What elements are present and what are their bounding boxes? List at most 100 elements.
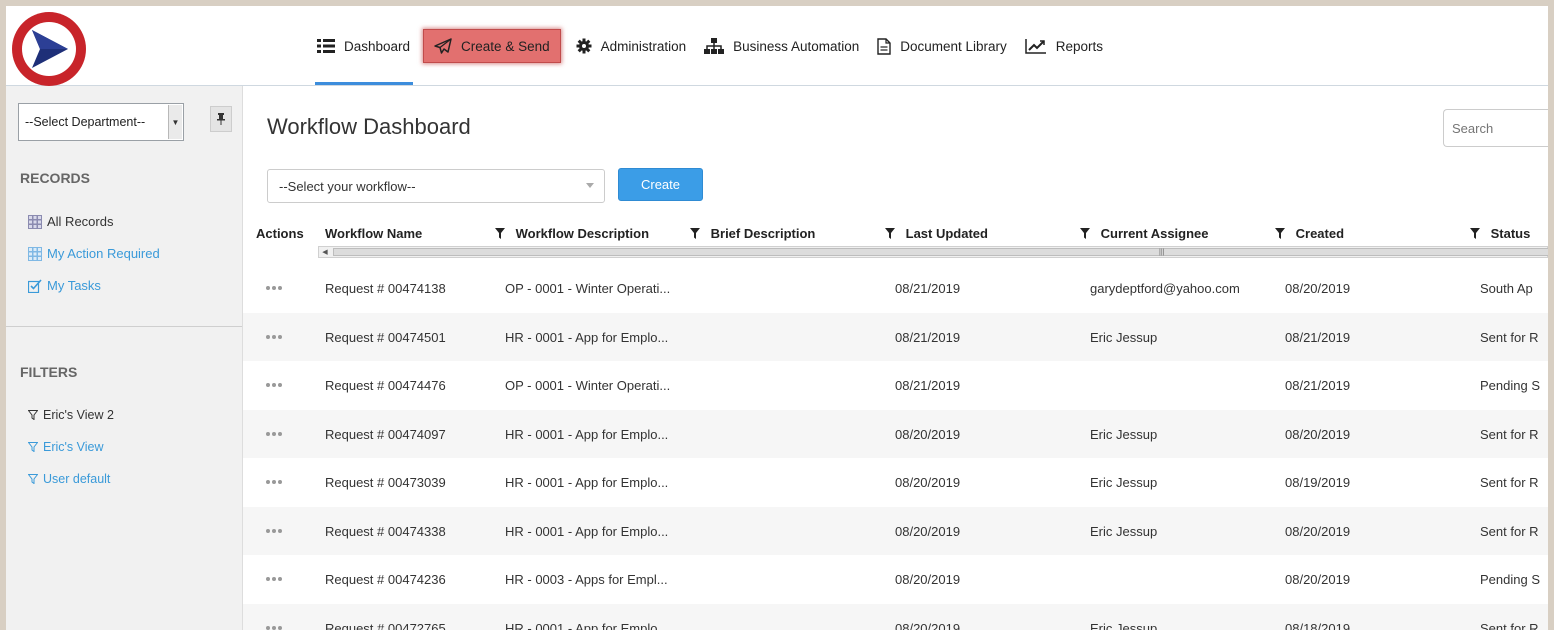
gear-icon: [576, 38, 592, 54]
cell-current-assignee: garydeptford@yahoo.com: [1090, 281, 1240, 296]
actions-menu-icon[interactable]: [266, 334, 290, 341]
cell-workflow-description: HR - 0001 - App for Emplo...: [505, 620, 669, 630]
actions-menu-icon[interactable]: [266, 625, 290, 630]
create-button[interactable]: Create: [618, 168, 703, 201]
filter-icon[interactable]: [1470, 228, 1480, 239]
filter-icon[interactable]: [495, 228, 505, 239]
filter-item-erics-view-2[interactable]: Eric's View 2: [28, 408, 114, 422]
cell-workflow-description: HR - 0001 - App for Emplo...: [505, 475, 669, 490]
cell-last-updated: 08/21/2019: [895, 329, 961, 345]
cell-current-assignee: Eric Jessup: [1090, 329, 1158, 345]
actions-menu-icon[interactable]: [266, 577, 290, 583]
workflow-select[interactable]: --Select your workflow--: [267, 169, 605, 203]
cell-last-updated: 08/20/2019: [895, 572, 961, 587]
nav-business-automation[interactable]: Business Automation: [695, 28, 868, 64]
table-header: Actions Workflow Name Workflow Descripti…: [243, 218, 1548, 248]
cell-status: Pending S: [1480, 378, 1540, 393]
filter-item-erics-view[interactable]: Eric's View: [28, 440, 104, 454]
cell-workflow-name[interactable]: Request # 00474097: [325, 427, 446, 442]
cell-workflow-description: HR - 0001 - App for Emplo...: [505, 523, 669, 539]
filter-icon[interactable]: [885, 228, 895, 239]
cell-last-updated: 08/20/2019: [895, 620, 961, 630]
sidebar: --Select Department-- ▼ RECORDS All Reco…: [6, 86, 243, 630]
cell-status: Sent for R: [1480, 475, 1539, 490]
funnel-outline-icon: [28, 410, 38, 420]
column-header-last-updated[interactable]: Last Updated: [885, 226, 988, 241]
table-row[interactable]: Request # 00474501 HR - 0001 - App for E…: [243, 312, 1548, 361]
filter-item-user-default[interactable]: User default: [28, 472, 110, 486]
filter-icon[interactable]: [690, 228, 700, 239]
nav-dashboard[interactable]: Dashboard: [308, 28, 419, 85]
table-row[interactable]: Request # 00474236 HR - 0003 - Apps for …: [243, 555, 1548, 604]
table-row[interactable]: Request # 00473039 HR - 0001 - App for E…: [243, 458, 1548, 507]
funnel-outline-icon: [28, 474, 38, 484]
records-title: RECORDS: [20, 170, 91, 186]
scrollbar-grip-icon: |||: [1159, 249, 1165, 256]
pin-sidebar-button[interactable]: [210, 106, 232, 132]
nav-administration-label: Administration: [600, 38, 687, 54]
nav-business-automation-label: Business Automation: [733, 38, 860, 54]
cell-status: Sent for R: [1480, 426, 1539, 442]
table-row[interactable]: Request # 00474338 HR - 0001 - App for E…: [243, 506, 1548, 555]
department-select[interactable]: --Select Department-- ▼: [18, 103, 184, 141]
column-header-label: Workflow Description: [515, 226, 650, 241]
nav-create-send[interactable]: Create & Send: [423, 29, 561, 63]
scrollbar-thumb[interactable]: |||: [333, 248, 1548, 256]
table-row[interactable]: Request # 00472765 HR - 0001 - App for E…: [243, 603, 1548, 630]
checklist-icon: [28, 278, 42, 293]
column-header-status[interactable]: Status: [1470, 226, 1530, 241]
actions-menu-icon[interactable]: [266, 383, 290, 389]
cell-created: 08/19/2019: [1285, 475, 1351, 490]
document-icon: [877, 37, 891, 55]
filter-item-label: Eric's View: [43, 440, 104, 454]
nav-administration[interactable]: Administration: [567, 28, 696, 64]
column-header-workflow-name[interactable]: Workflow Name: [325, 226, 422, 241]
actions-menu-icon[interactable]: [266, 286, 290, 292]
cell-current-assignee: Eric Jessup: [1090, 523, 1158, 539]
scroll-left-arrow-icon[interactable]: ◀: [319, 247, 331, 257]
actions-menu-icon[interactable]: [266, 528, 290, 535]
grid-icon: [28, 214, 42, 229]
sidebar-item-my-tasks-label: My Tasks: [47, 278, 101, 293]
cell-workflow-name[interactable]: Request # 00474236: [325, 572, 446, 587]
table-row[interactable]: Request # 00474138 OP - 0001 - Winter Op…: [243, 264, 1548, 313]
cell-workflow-name[interactable]: Request # 00474338: [325, 524, 446, 539]
cell-workflow-name[interactable]: Request # 00474476: [325, 378, 446, 393]
dropdown-arrow-icon[interactable]: ▼: [168, 105, 182, 139]
actions-menu-icon[interactable]: [266, 431, 290, 438]
table-body: Request # 00474138 OP - 0001 - Winter Op…: [243, 264, 1548, 630]
search-input[interactable]: [1443, 109, 1548, 147]
cell-status: Sent for R: [1480, 329, 1539, 345]
cell-workflow-name[interactable]: Request # 00474138: [325, 281, 446, 296]
njdot-logo[interactable]: [10, 10, 88, 88]
filter-item-label: Eric's View 2: [43, 408, 114, 422]
filter-icon[interactable]: [1275, 228, 1285, 239]
cell-workflow-name[interactable]: Request # 00473039: [325, 475, 446, 490]
filters-title: FILTERS: [20, 364, 78, 380]
sidebar-item-all-records-label: All Records: [47, 214, 114, 229]
nav-create-send-label: Create & Send: [461, 38, 550, 54]
sidebar-item-my-tasks[interactable]: My Tasks: [28, 278, 101, 293]
nav-reports[interactable]: Reports: [1016, 28, 1112, 64]
workflow-select-value: --Select your workflow--: [279, 178, 416, 194]
column-header-brief-description[interactable]: Brief Description: [690, 226, 815, 241]
cell-created: 08/20/2019: [1285, 426, 1351, 442]
filter-icon[interactable]: [1080, 228, 1090, 239]
cell-last-updated: 08/20/2019: [895, 426, 961, 442]
horizontal-scrollbar[interactable]: ◀ |||: [318, 246, 1548, 258]
cell-last-updated: 08/20/2019: [895, 523, 961, 539]
table-row[interactable]: Request # 00474097 HR - 0001 - App for E…: [243, 409, 1548, 458]
table-row[interactable]: Request # 00474476 OP - 0001 - Winter Op…: [243, 361, 1548, 410]
column-header-workflow-description[interactable]: Workflow Description: [495, 226, 649, 241]
filter-item-label: User default: [43, 472, 111, 486]
sidebar-item-all-records[interactable]: All Records: [28, 214, 113, 229]
column-header-current-assignee[interactable]: Current Assignee: [1080, 226, 1209, 241]
top-navigation-bar: Dashboard Create & Send Administration B…: [6, 6, 1548, 86]
cell-workflow-name[interactable]: Request # 00472765: [325, 621, 446, 630]
sidebar-item-my-action-required[interactable]: My Action Required: [28, 246, 160, 261]
nav-document-library[interactable]: Document Library: [868, 28, 1016, 64]
actions-menu-icon[interactable]: [266, 480, 290, 486]
column-header-created[interactable]: Created: [1275, 226, 1344, 241]
cell-workflow-name[interactable]: Request # 00474501: [325, 330, 446, 345]
list-icon: [317, 39, 335, 53]
